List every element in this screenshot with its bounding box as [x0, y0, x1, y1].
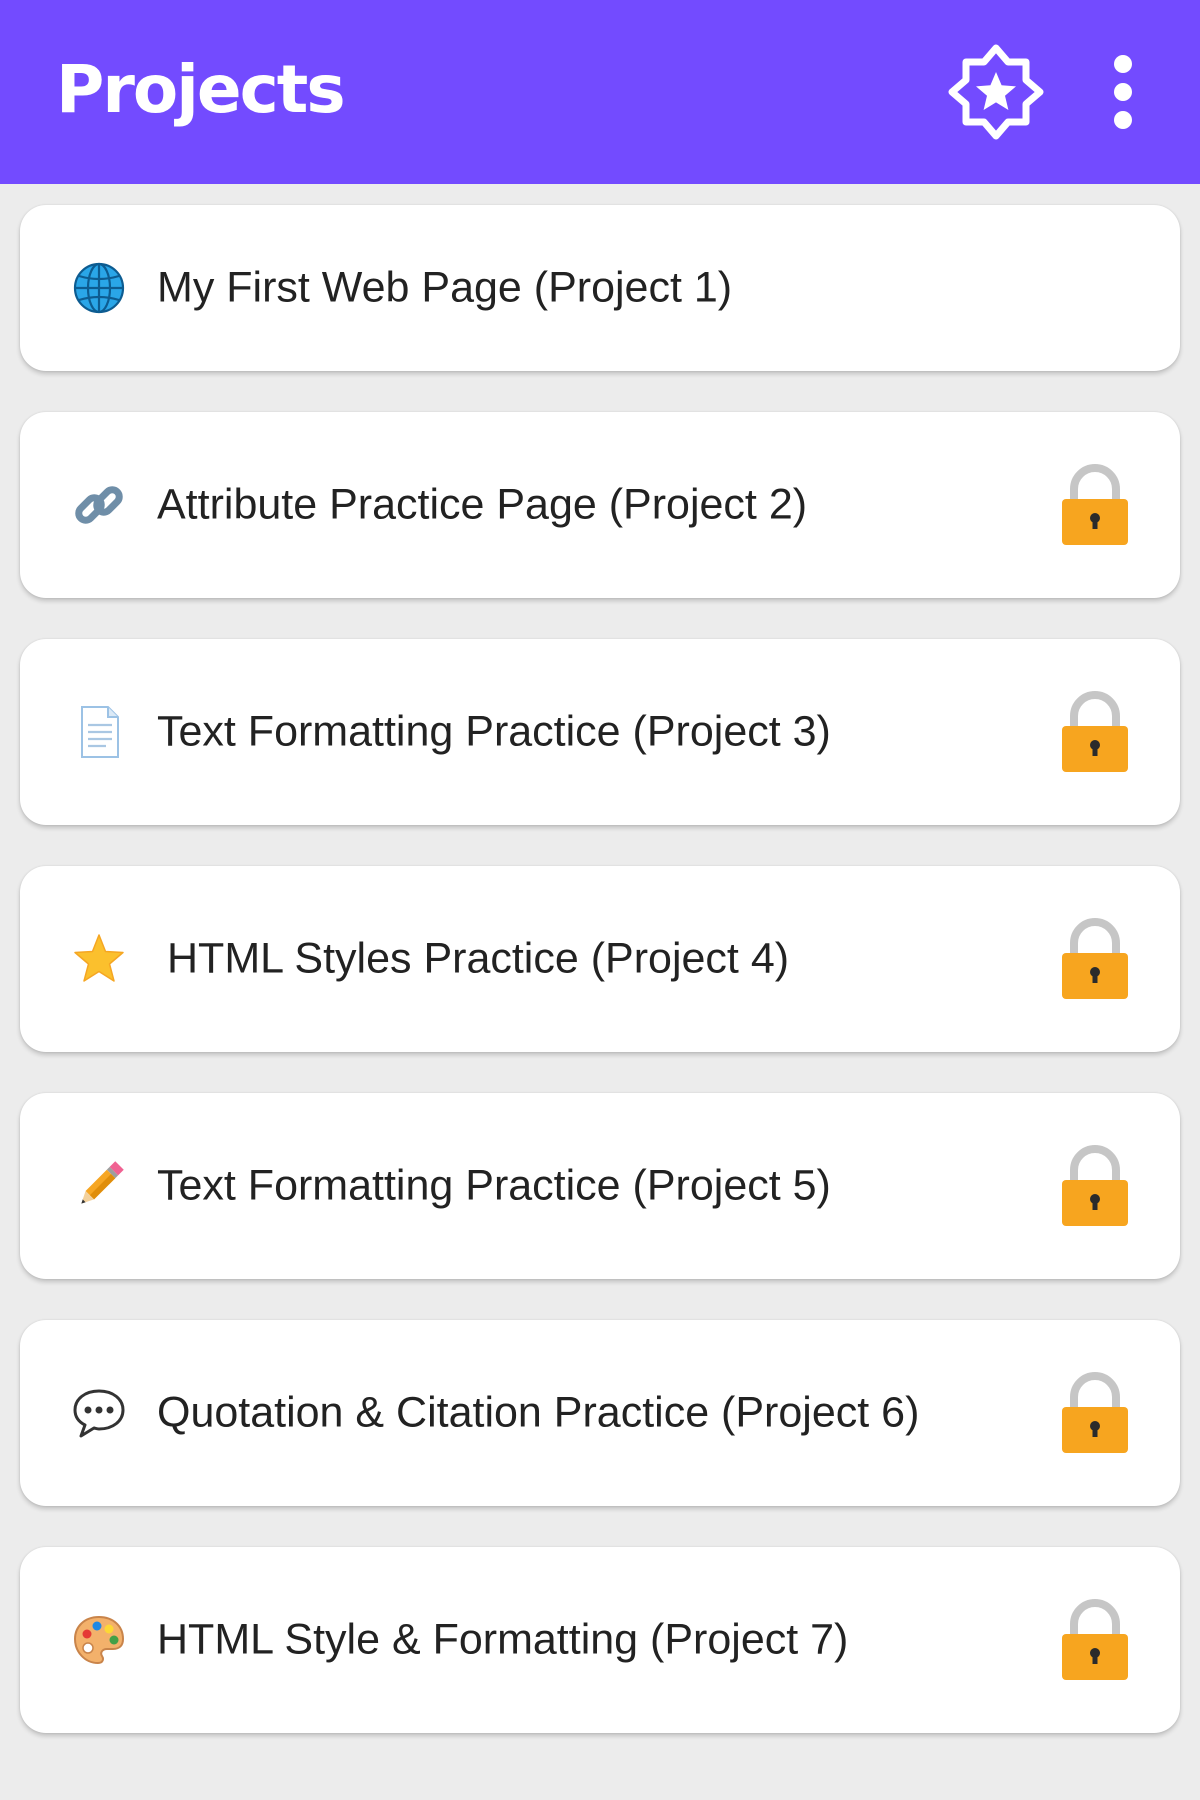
project-title: HTML Style & Formatting (Project 7) — [157, 1615, 849, 1664]
star-icon — [74, 934, 124, 982]
lock-icon — [1062, 464, 1128, 545]
project-card-6[interactable]: Quotation & Citation Practice (Project 6… — [20, 1320, 1180, 1506]
project-title: HTML Styles Practice (Project 4) — [167, 934, 790, 983]
lock-icon — [1062, 691, 1128, 772]
project-title: Text Formatting Practice (Project 3) — [157, 707, 831, 756]
globe-icon — [73, 262, 125, 314]
project-title: Quotation & Citation Practice (Project 6… — [157, 1388, 920, 1437]
project-card-2[interactable]: Attribute Practice Page (Project 2) — [20, 412, 1180, 598]
project-card-4[interactable]: HTML Styles Practice (Project 4) — [20, 866, 1180, 1052]
project-list: My First Web Page (Project 1) Attribute … — [0, 0, 1200, 1800]
project-title: Attribute Practice Page (Project 2) — [157, 480, 808, 529]
lock-icon — [1062, 1599, 1128, 1680]
project-title: Text Formatting Practice (Project 5) — [157, 1161, 831, 1210]
speech-bubble-icon — [73, 1389, 125, 1438]
lock-icon — [1062, 1372, 1128, 1453]
project-card-3[interactable]: Text Formatting Practice (Project 3) — [20, 639, 1180, 825]
lock-icon — [1062, 918, 1128, 999]
link-icon — [75, 486, 123, 524]
pencil-icon — [81, 1161, 124, 1204]
document-icon — [81, 706, 119, 758]
project-card-1[interactable]: My First Web Page (Project 1) — [20, 205, 1180, 371]
project-card-5[interactable]: Text Formatting Practice (Project 5) — [20, 1093, 1180, 1279]
palette-icon — [73, 1615, 125, 1665]
project-card-7[interactable]: HTML Style & Formatting (Project 7) — [20, 1547, 1180, 1733]
lock-icon — [1062, 1145, 1128, 1226]
project-title: My First Web Page (Project 1) — [157, 263, 733, 312]
